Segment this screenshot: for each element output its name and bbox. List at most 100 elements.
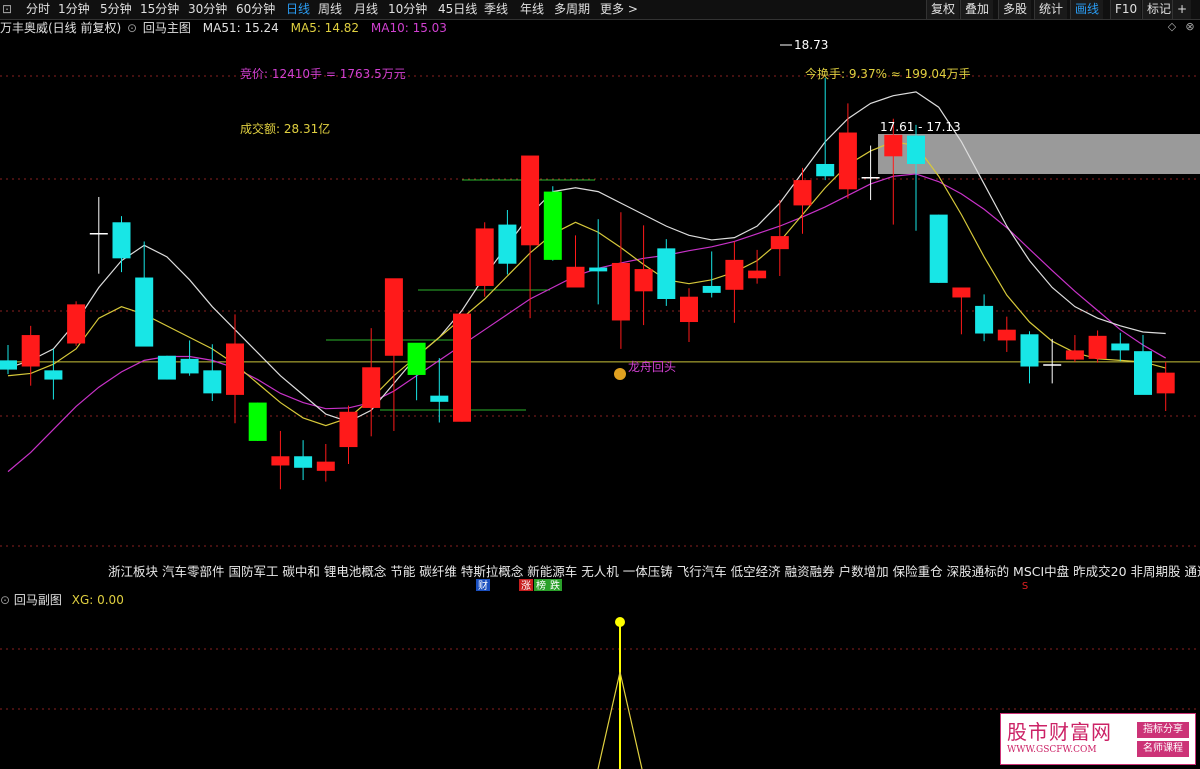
tab-7[interactable]: 周线: [318, 0, 342, 19]
annotation-range: 17.61 - 17.13: [880, 120, 961, 134]
tool-button-3[interactable]: 统计: [1034, 0, 1068, 19]
candle-body: [793, 180, 812, 206]
candle-body: [748, 270, 767, 279]
indicator-name[interactable]: 回马主图: [143, 21, 191, 35]
candle-body: [634, 269, 653, 292]
candle-body: [112, 222, 131, 259]
candle-body: [271, 456, 290, 466]
candle-body: [952, 287, 971, 298]
tool-button-7[interactable]: +: [1172, 0, 1192, 19]
tool-button-4[interactable]: 画线: [1070, 0, 1104, 19]
tab-14[interactable]: 更多 >: [600, 0, 638, 19]
main-chart[interactable]: 竞价: 12410手 = 1763.5万元成交额: 28.31亿 今换手: 9.3…: [0, 36, 1200, 591]
tab-4[interactable]: 30分钟: [188, 0, 227, 19]
candle-body: [203, 370, 222, 394]
stock-title[interactable]: 万丰奥威(日线 前复权): [0, 21, 121, 35]
candle-body: [543, 191, 562, 260]
candle-body: [384, 278, 403, 356]
ma51-value: MA51: 15.24: [202, 21, 279, 35]
sub-dropdown-icon[interactable]: ⊙: [0, 593, 10, 607]
badge-fund: 财: [478, 579, 488, 591]
tool-button-1[interactable]: 叠加: [960, 0, 994, 19]
resistance-box: [878, 134, 1200, 174]
candle-body: [907, 135, 925, 164]
candle-body: [725, 259, 744, 290]
tab-12[interactable]: 年线: [520, 0, 544, 19]
candle-body: [1156, 372, 1175, 394]
candle-body: [657, 248, 676, 299]
candle-body: [997, 329, 1016, 341]
dragon-icon: [614, 368, 626, 380]
candle-body: [702, 285, 721, 293]
tool-button-5[interactable]: F10: [1110, 0, 1142, 19]
candle-body: [226, 343, 244, 395]
toolbar: ⊡ 分时 1分钟 5分钟 15分钟 30分钟 60分钟 日线 周线 月线 10分钟 45日线 季线 年线…: [0, 0, 1200, 20]
tab-1[interactable]: 1分钟: [58, 0, 90, 19]
candle-body: [1065, 350, 1084, 360]
toolbar-menu-icon[interactable]: ⊡: [2, 0, 14, 19]
candle-body: [135, 277, 154, 347]
watermark-url: WWW.GSCFW.COM: [1007, 745, 1097, 755]
tab-3[interactable]: 15分钟: [140, 0, 179, 19]
candle-body: [1111, 343, 1130, 351]
tab-6[interactable]: 日线: [286, 0, 310, 19]
sub-info-bar: ⊙ 回马副图 XG: 0.00: [0, 592, 124, 608]
candle-body: [680, 296, 698, 323]
annotation-turnover-rate: 今换手: 9.37% ≈ 199.04万手: [805, 66, 971, 81]
candle-body: [362, 367, 381, 408]
annotation-bid: 竞价: 12410手 = 1763.5万元: [240, 67, 406, 81]
sub-indicator-name[interactable]: 回马副图: [14, 593, 62, 607]
tool-button-2[interactable]: 多股: [998, 0, 1032, 19]
info-bar: 万丰奥威(日线 前复权) ⊙ 回马主图 MA51: 15.24 MA5: 14.…: [0, 20, 449, 36]
candle-body: [339, 411, 358, 448]
candle-body: [929, 214, 948, 283]
candle-body: [44, 370, 63, 380]
watermark-tag-2: 名师课程: [1137, 741, 1189, 757]
indicator-dropdown-icon[interactable]: ⊙: [127, 21, 137, 35]
candle-body: [157, 355, 176, 380]
annotation-dragon: 龙舟回头: [628, 360, 676, 374]
watermark-tag-1: 指标分享: [1137, 722, 1189, 738]
candle-body: [498, 224, 517, 264]
annotation-high: 18.73: [794, 38, 828, 52]
diamond-icon[interactable]: ◇: [1166, 21, 1178, 33]
tab-13[interactable]: 多周期: [554, 0, 590, 19]
ma-yellow-line: [7, 141, 1166, 427]
candle-body: [475, 228, 494, 286]
candle-body: [294, 456, 313, 468]
tab-9[interactable]: 10分钟: [388, 0, 427, 19]
tab-0[interactable]: 分时: [26, 0, 50, 19]
concept-tags: 浙江板块 汽车零部件 国防军工 碳中和 锂电池概念 节能 碳纤维 特斯拉概念 新…: [108, 564, 1200, 579]
signal-dot: [615, 617, 625, 627]
candle-body: [248, 402, 267, 441]
candle-body: [611, 262, 630, 321]
candle-body: [770, 236, 789, 250]
candle-body: [1134, 351, 1152, 395]
candle-body: [521, 155, 540, 246]
badge-rank: 榜: [536, 579, 546, 591]
watermark-logo: 股市财富网 WWW.GSCFW.COM 指标分享 名师课程: [1000, 713, 1196, 765]
badge-limit: 涨: [521, 580, 531, 591]
candle-body: [1020, 334, 1039, 367]
candle-body: [453, 313, 471, 422]
tab-8[interactable]: 月线: [354, 0, 378, 19]
candle-body: [884, 134, 903, 157]
candle-body: [430, 395, 449, 402]
tab-11[interactable]: 季线: [484, 0, 508, 19]
candle-body: [407, 342, 426, 375]
tab-10[interactable]: 45日线: [438, 0, 477, 19]
badge-drop: 跌: [550, 579, 560, 591]
tool-button-0[interactable]: 复权: [926, 0, 960, 19]
tab-2[interactable]: 5分钟: [100, 0, 132, 19]
annotation-turnover: 成交额: 28.31亿: [240, 121, 330, 136]
candle-body: [816, 163, 835, 177]
candle-body: [180, 358, 199, 374]
candle-body: [1088, 335, 1107, 359]
candle-body: [0, 360, 17, 370]
ma5-value: MA5: 14.82: [290, 21, 360, 35]
badge-s: S: [1022, 581, 1028, 591]
close-pane-icon[interactable]: ⊗: [1184, 21, 1196, 33]
tool-button-6[interactable]: 标记: [1142, 0, 1176, 19]
tab-5[interactable]: 60分钟: [236, 0, 275, 19]
candle-body: [21, 335, 40, 367]
